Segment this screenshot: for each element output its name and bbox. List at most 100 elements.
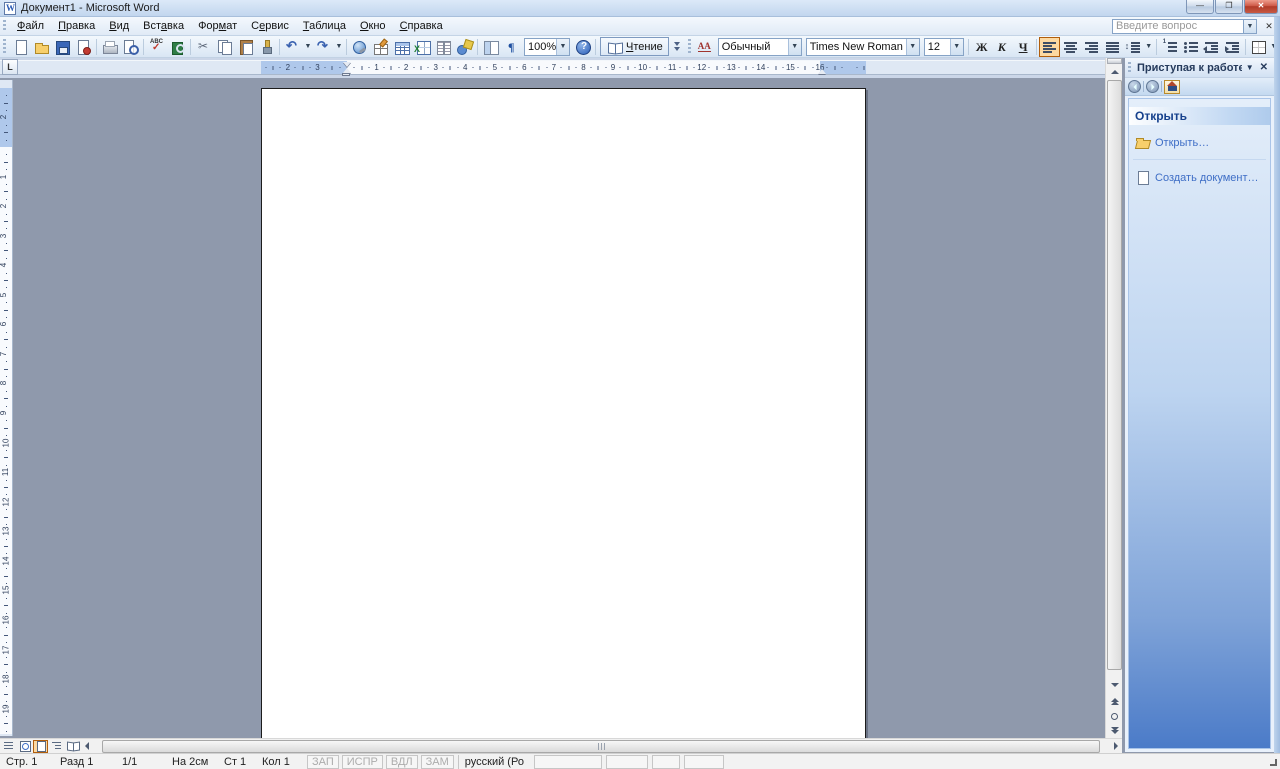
insert-table-button[interactable]	[391, 37, 412, 57]
vertical-scrollbar[interactable]	[1105, 58, 1122, 738]
redo-button[interactable]	[313, 37, 334, 57]
menu-edit[interactable]: Правка	[51, 18, 102, 34]
line-spacing-dropdown-icon[interactable]: ▼	[1144, 37, 1154, 57]
scroll-left-button[interactable]	[80, 740, 93, 753]
record-macro-toggle[interactable]: ЗАП	[307, 755, 339, 769]
font-combo-dropdown-icon[interactable]: ▼	[906, 39, 919, 55]
overtype-toggle[interactable]: ЗАМ	[421, 755, 454, 769]
align-right-button[interactable]	[1081, 37, 1102, 57]
left-indent-marker[interactable]	[342, 73, 350, 76]
horizontal-ruler[interactable]: 3212345678910111213141516	[0, 60, 1105, 75]
extend-selection-toggle[interactable]: ВДЛ	[386, 755, 418, 769]
task-pane-dropdown-icon[interactable]: ▼	[1242, 63, 1258, 72]
tab-selector-button[interactable]: L	[2, 59, 18, 75]
permission-button[interactable]	[73, 37, 94, 57]
style-combo[interactable]: Обычный▼	[718, 38, 802, 56]
scroll-down-button[interactable]	[1107, 678, 1122, 692]
normal-view-button[interactable]	[1, 740, 16, 753]
menu-help[interactable]: Справка	[393, 18, 450, 34]
style-combo-dropdown-icon[interactable]: ▼	[788, 39, 801, 55]
align-center-button[interactable]	[1060, 37, 1081, 57]
menu-view[interactable]: Вид	[102, 18, 136, 34]
previous-page-button[interactable]	[1107, 695, 1122, 708]
outline-view-button[interactable]	[49, 740, 64, 753]
track-changes-toggle[interactable]: ИСПР	[342, 755, 383, 769]
print-layout-view-button[interactable]	[33, 740, 48, 753]
horizontal-scrollbar[interactable]	[94, 740, 1108, 753]
vertical-ruler[interactable]: 212345678910111213141516171819	[0, 80, 13, 736]
task-pane-close-icon[interactable]: ✕	[1258, 62, 1274, 73]
research-button[interactable]	[167, 37, 188, 57]
show-hide-marks-button[interactable]	[501, 37, 522, 57]
horizontal-scrollbar-thumb[interactable]	[102, 740, 1100, 753]
zoom-combo[interactable]: 100%▼	[524, 38, 570, 56]
split-handle[interactable]	[1107, 58, 1122, 64]
undo-dropdown-icon[interactable]: ▼	[303, 37, 313, 57]
zoom-combo-dropdown-icon[interactable]: ▼	[556, 39, 569, 55]
align-left-button[interactable]	[1039, 37, 1060, 57]
line-spacing-button[interactable]	[1123, 37, 1144, 57]
formatting-toolbar-grip[interactable]	[687, 39, 692, 54]
decrease-indent-button[interactable]	[1201, 37, 1222, 57]
scroll-up-button[interactable]	[1107, 65, 1122, 79]
next-page-button[interactable]	[1107, 724, 1122, 737]
format-painter-button[interactable]	[256, 37, 277, 57]
tables-and-borders-button[interactable]	[370, 37, 391, 57]
cut-button[interactable]	[193, 37, 214, 57]
open-document-link[interactable]: Открыть…	[1135, 135, 1270, 150]
italic-button[interactable]	[992, 37, 1013, 57]
minimize-button[interactable]: —	[1186, 0, 1214, 14]
reading-view-button[interactable]	[65, 740, 80, 753]
styles-and-formatting-button[interactable]	[695, 37, 716, 57]
task-pane-home-button[interactable]	[1164, 80, 1180, 94]
open-button[interactable]	[31, 37, 52, 57]
menu-format[interactable]: Формат	[191, 18, 244, 34]
menu-table[interactable]: Таблица	[296, 18, 353, 34]
font-size-combo[interactable]: 12▼	[924, 38, 964, 56]
task-pane-back-button[interactable]	[1128, 80, 1141, 93]
right-indent-marker[interactable]	[818, 69, 826, 74]
restore-button[interactable]: ❐	[1215, 0, 1243, 14]
menu-bar-grip[interactable]	[2, 20, 7, 33]
read-mode-button[interactable]: Чтение	[600, 37, 669, 56]
menu-insert[interactable]: Вставка	[136, 18, 191, 34]
font-size-combo-dropdown-icon[interactable]: ▼	[950, 39, 963, 55]
document-map-button[interactable]	[480, 37, 501, 57]
question-dropdown-icon[interactable]: ▼	[1244, 19, 1257, 34]
task-pane-forward-button[interactable]	[1146, 80, 1159, 93]
task-pane-grip[interactable]	[1127, 62, 1132, 74]
font-combo[interactable]: Times New Roman▼	[806, 38, 920, 56]
web-layout-view-button[interactable]	[17, 740, 32, 753]
document-page[interactable]	[261, 88, 866, 738]
first-line-indent-marker[interactable]	[343, 62, 351, 67]
undo-button[interactable]	[282, 37, 303, 57]
close-button[interactable]: ✕	[1244, 0, 1278, 14]
bullet-list-button[interactable]	[1180, 37, 1201, 57]
redo-dropdown-icon[interactable]: ▼	[334, 37, 344, 57]
standard-toolbar-grip[interactable]	[2, 39, 7, 54]
select-browse-object-button[interactable]	[1107, 710, 1122, 723]
print-preview-button[interactable]	[120, 37, 141, 57]
help-button[interactable]	[572, 37, 593, 57]
columns-button[interactable]	[433, 37, 454, 57]
insert-hyperlink-button[interactable]	[349, 37, 370, 57]
vertical-scrollbar-thumb[interactable]	[1107, 80, 1122, 670]
create-document-link[interactable]: Создать документ…	[1135, 170, 1270, 185]
numbered-list-button[interactable]	[1159, 37, 1180, 57]
drawing-button[interactable]	[454, 37, 475, 57]
resize-grip[interactable]	[1270, 759, 1277, 766]
increase-indent-button[interactable]	[1222, 37, 1243, 57]
menu-tools[interactable]: Сервис	[244, 18, 296, 34]
paste-button[interactable]	[235, 37, 256, 57]
toolbar-options-standard[interactable]	[671, 37, 683, 57]
insert-excel-worksheet-button[interactable]	[412, 37, 433, 57]
underline-button[interactable]	[1013, 37, 1034, 57]
new-document-button[interactable]	[10, 37, 31, 57]
copy-button[interactable]	[214, 37, 235, 57]
menu-file[interactable]: Файл	[10, 18, 51, 34]
scroll-right-button[interactable]	[1109, 740, 1122, 753]
outside-border-button[interactable]	[1248, 37, 1269, 57]
menu-window[interactable]: Окно	[353, 18, 393, 34]
justify-button[interactable]	[1102, 37, 1123, 57]
spelling-button[interactable]	[146, 37, 167, 57]
